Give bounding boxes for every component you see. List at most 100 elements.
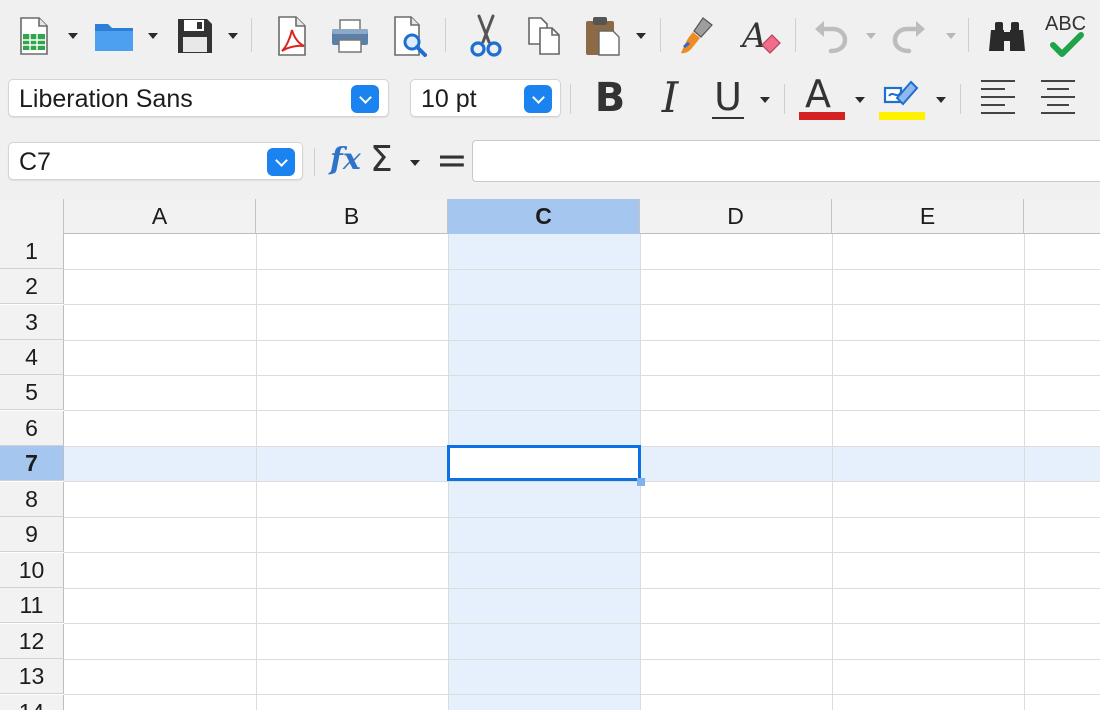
redo-button[interactable] bbox=[888, 8, 932, 64]
gridline bbox=[64, 269, 1100, 270]
row-header[interactable]: 3 bbox=[0, 305, 64, 340]
clear-formatting-button[interactable]: A bbox=[738, 8, 784, 64]
undo-icon bbox=[815, 21, 848, 54]
gridline bbox=[256, 234, 257, 710]
save-dropdown-arrow[interactable] bbox=[226, 30, 240, 42]
font-name-value: Liberation Sans bbox=[19, 85, 193, 113]
new-spreadsheet-button[interactable] bbox=[14, 8, 54, 64]
font-size-combobox[interactable]: 10 pt bbox=[410, 79, 561, 117]
save-button[interactable] bbox=[174, 8, 216, 64]
underline-button[interactable]: U bbox=[705, 76, 751, 120]
italic-button[interactable]: I bbox=[648, 76, 692, 120]
chevron-down-icon[interactable] bbox=[351, 85, 379, 113]
row-header[interactable]: 8 bbox=[0, 482, 64, 517]
gridline bbox=[64, 375, 1100, 376]
font-name-combobox[interactable]: Liberation Sans bbox=[8, 79, 389, 117]
bold-icon: B bbox=[594, 75, 626, 121]
row-header[interactable]: 1 bbox=[0, 234, 64, 269]
sum-icon: Σ bbox=[370, 139, 393, 180]
find-replace-button[interactable] bbox=[984, 8, 1030, 64]
column-header-a[interactable]: A bbox=[64, 199, 256, 234]
highlight-dropdown-arrow[interactable] bbox=[934, 94, 948, 106]
select-all-corner[interactable] bbox=[0, 199, 64, 234]
gridline bbox=[64, 304, 1100, 305]
fill-handle[interactable] bbox=[637, 478, 645, 486]
clone-formatting-button[interactable] bbox=[676, 8, 720, 64]
column-header-f[interactable] bbox=[1024, 199, 1100, 234]
row-header[interactable]: 7 bbox=[0, 446, 64, 481]
redo-dropdown-arrow[interactable] bbox=[944, 30, 958, 42]
column-header-e[interactable]: E bbox=[832, 199, 1024, 234]
gridline bbox=[64, 552, 1100, 553]
chevron-down-icon[interactable] bbox=[524, 85, 552, 113]
font-color-dropdown-arrow[interactable] bbox=[853, 94, 867, 106]
row-header[interactable]: 11 bbox=[0, 588, 64, 623]
floppy-disk-icon bbox=[178, 19, 212, 53]
undo-dropdown-arrow[interactable] bbox=[864, 30, 878, 42]
row-header[interactable]: 12 bbox=[0, 624, 64, 659]
row-header[interactable]: 6 bbox=[0, 411, 64, 446]
export-pdf-button[interactable] bbox=[270, 8, 314, 64]
open-dropdown-arrow[interactable] bbox=[146, 30, 160, 42]
row-header[interactable]: 2 bbox=[0, 269, 64, 304]
print-button[interactable] bbox=[328, 8, 372, 64]
paste-dropdown-arrow[interactable] bbox=[634, 30, 648, 42]
printer-icon bbox=[332, 19, 368, 53]
chevron-down-icon[interactable] bbox=[267, 148, 295, 176]
formula-input[interactable] bbox=[472, 140, 1100, 182]
row-header[interactable]: 9 bbox=[0, 517, 64, 552]
row-header[interactable]: 14 bbox=[0, 695, 64, 710]
row-header[interactable]: 5 bbox=[0, 375, 64, 410]
spellcheck-icon: ABC bbox=[1043, 11, 1093, 61]
align-center-icon bbox=[1041, 80, 1075, 114]
gridline bbox=[1024, 234, 1025, 710]
highlight-button[interactable] bbox=[876, 76, 926, 120]
row-header[interactable]: 10 bbox=[0, 553, 64, 588]
underline-dropdown-arrow[interactable] bbox=[758, 94, 772, 106]
column-header-d[interactable]: D bbox=[640, 199, 832, 234]
paste-button[interactable] bbox=[580, 8, 626, 64]
toolbar-separator bbox=[795, 18, 796, 52]
toolbar-separator bbox=[784, 84, 785, 114]
gridline bbox=[64, 623, 1100, 624]
gridline bbox=[64, 517, 1100, 518]
align-center-button[interactable] bbox=[1036, 76, 1080, 120]
row-header[interactable]: 4 bbox=[0, 340, 64, 375]
sum-button[interactable]: Σ bbox=[370, 140, 393, 180]
name-box-value: C7 bbox=[19, 148, 51, 176]
function-wizard-icon: fx bbox=[330, 142, 361, 177]
sum-dropdown-arrow[interactable] bbox=[408, 157, 422, 169]
gridline bbox=[64, 410, 1100, 411]
active-cell-c7[interactable] bbox=[447, 445, 641, 481]
redo-icon bbox=[892, 21, 925, 54]
cut-button[interactable] bbox=[464, 8, 508, 64]
font-color-button[interactable]: A bbox=[796, 74, 846, 120]
print-preview-button[interactable] bbox=[388, 8, 432, 64]
column-header-c[interactable]: C bbox=[448, 199, 640, 234]
new-dropdown-arrow[interactable] bbox=[66, 30, 80, 42]
italic-icon: I bbox=[661, 73, 679, 122]
formula-button[interactable]: = bbox=[436, 140, 468, 180]
function-wizard-button[interactable]: fx bbox=[330, 142, 361, 178]
row-header[interactable]: 13 bbox=[0, 659, 64, 694]
toolbar-separator bbox=[251, 18, 252, 52]
sheet-grid[interactable]: A B C D E 1 2 3 4 5 6 7 8 9 10 11 12 13 … bbox=[0, 199, 1100, 710]
column-header-b[interactable]: B bbox=[256, 199, 448, 234]
open-button[interactable] bbox=[92, 8, 136, 64]
scissors-icon bbox=[470, 14, 502, 57]
toolbar-separator bbox=[570, 84, 571, 114]
gridline bbox=[64, 659, 1100, 660]
align-left-icon bbox=[981, 80, 1015, 114]
name-box[interactable]: C7 bbox=[8, 142, 303, 180]
undo-button[interactable] bbox=[808, 8, 852, 64]
standard-toolbar: A ABC bbox=[0, 0, 1100, 72]
clipboard-icon bbox=[586, 17, 620, 56]
spelling-button[interactable]: ABC bbox=[1042, 8, 1094, 64]
bold-button[interactable]: B bbox=[588, 76, 632, 120]
copy-button[interactable] bbox=[522, 8, 566, 64]
align-left-button[interactable] bbox=[976, 76, 1020, 120]
highlight-swatch bbox=[879, 112, 925, 120]
svg-text:A: A bbox=[740, 16, 767, 56]
clear-format-icon: A bbox=[740, 16, 781, 56]
print-preview-icon bbox=[394, 16, 427, 57]
